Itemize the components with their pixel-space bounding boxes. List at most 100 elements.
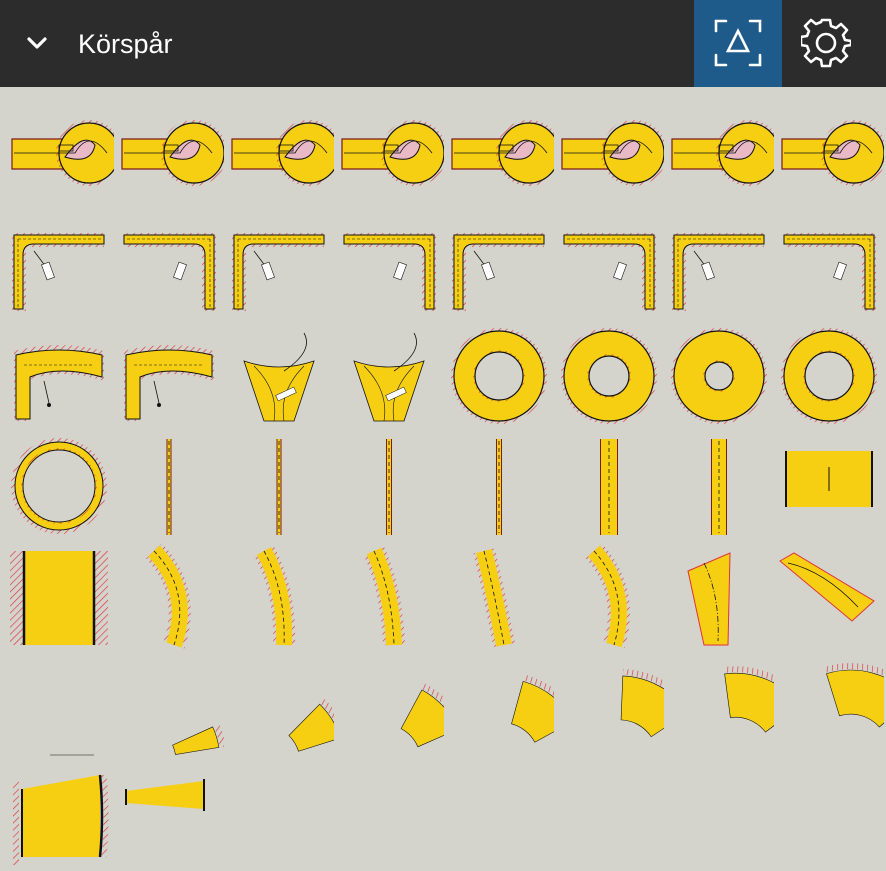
track-template-graphic — [561, 328, 657, 424]
track-template-tile[interactable] — [114, 541, 224, 651]
track-template-graphic — [172, 724, 224, 755]
track-template-graphic — [671, 120, 774, 186]
track-template-tile[interactable] — [224, 321, 334, 431]
track-template-graphic — [343, 233, 436, 311]
track-template-graphic — [13, 774, 109, 865]
track-template-graphic — [511, 674, 554, 743]
track-template-tile[interactable] — [224, 101, 334, 211]
track-template-tile[interactable] — [114, 321, 224, 431]
track-template-tile[interactable] — [224, 651, 334, 761]
track-template-tile[interactable] — [444, 651, 554, 761]
track-template-graphic — [781, 120, 884, 186]
panel-title: Körspår — [78, 29, 173, 59]
track-template-tile[interactable] — [4, 321, 114, 431]
track-template-graphic — [353, 332, 425, 422]
track-template-tile[interactable] — [774, 101, 884, 211]
chevron-down-icon[interactable] — [24, 30, 50, 56]
track-template-graphic — [50, 754, 94, 756]
track-template-tile[interactable] — [664, 211, 774, 321]
track-template-tile[interactable] — [444, 101, 554, 211]
track-template-graphic — [386, 439, 392, 535]
settings-button[interactable] — [782, 0, 870, 87]
track-template-graphic — [600, 439, 618, 535]
track-template-graphic — [451, 120, 554, 186]
track-template-graphic — [243, 332, 315, 422]
track-template-tile[interactable] — [664, 321, 774, 431]
track-template-tile[interactable] — [554, 651, 664, 761]
track-template-graphic — [254, 545, 296, 646]
track-template-graphic — [400, 683, 444, 748]
track-template-graphic — [276, 439, 282, 535]
track-template-tile[interactable] — [334, 211, 444, 321]
track-template-tile[interactable] — [4, 101, 114, 211]
app-header: Körspår — [0, 0, 886, 87]
track-template-graphic — [124, 345, 214, 421]
track-template-graphic — [11, 438, 107, 534]
track-template-tile[interactable] — [444, 321, 554, 431]
track-template-tile[interactable] — [554, 101, 664, 211]
track-template-graphic — [783, 233, 876, 311]
track-template-graphic — [723, 666, 774, 733]
gear-icon — [801, 18, 851, 68]
track-template-graphic — [123, 233, 216, 311]
track-template-tile[interactable] — [444, 211, 554, 321]
track-template-graphic — [10, 551, 108, 645]
track-template-tile[interactable] — [4, 431, 114, 541]
track-template-tile[interactable] — [114, 431, 224, 541]
track-template-tile[interactable] — [664, 541, 774, 651]
track-template-tile[interactable] — [224, 431, 334, 541]
track-template-tile[interactable] — [774, 431, 884, 541]
track-template-tile[interactable] — [334, 101, 444, 211]
track-template-tile[interactable] — [4, 761, 114, 871]
track-template-graphic — [672, 233, 765, 311]
track-template-graphic — [451, 328, 547, 424]
track-template-tile[interactable] — [664, 101, 774, 211]
track-template-graphic — [824, 663, 884, 728]
track-template-tile[interactable] — [114, 651, 224, 761]
track-template-graphic — [341, 120, 444, 186]
track-template-tile[interactable] — [334, 651, 444, 761]
track-template-tile[interactable] — [114, 101, 224, 211]
track-template-tile[interactable] — [774, 321, 884, 431]
track-template-graphic — [781, 328, 877, 424]
track-template-tile[interactable] — [224, 211, 334, 321]
track-template-graphic — [288, 699, 334, 752]
track-template-graphic — [671, 328, 767, 424]
track-template-tile[interactable] — [774, 541, 884, 651]
track-template-tile[interactable] — [554, 211, 664, 321]
track-template-graphic — [473, 548, 515, 648]
track-template-graphic — [585, 543, 630, 649]
track-template-tile[interactable] — [114, 761, 224, 871]
track-template-tile[interactable] — [774, 211, 884, 321]
track-template-tile[interactable] — [114, 211, 224, 321]
track-template-graphic — [620, 668, 664, 738]
track-template-graphic — [496, 439, 502, 535]
track-template-graphic — [121, 120, 224, 186]
track-template-graphic — [166, 439, 172, 535]
track-template-tile[interactable] — [774, 651, 884, 761]
track-template-tile[interactable] — [4, 651, 114, 761]
track-template-graphic — [785, 451, 873, 507]
track-template-graphic — [711, 439, 727, 535]
track-template-tile[interactable] — [4, 541, 114, 651]
track-template-tile[interactable] — [224, 541, 334, 651]
track-template-graphic — [231, 120, 334, 186]
track-library-grid — [0, 87, 886, 865]
track-template-tile[interactable] — [664, 651, 774, 761]
track-template-graphic — [452, 233, 545, 311]
track-template-tile[interactable] — [444, 431, 554, 541]
track-template-tile[interactable] — [334, 541, 444, 651]
track-template-tile[interactable] — [554, 431, 664, 541]
track-template-tile[interactable] — [334, 321, 444, 431]
track-template-tile[interactable] — [554, 541, 664, 651]
fit-view-button[interactable] — [694, 0, 782, 87]
track-template-tile[interactable] — [554, 321, 664, 431]
track-template-graphic — [561, 120, 664, 186]
track-template-tile[interactable] — [4, 211, 114, 321]
track-template-tile[interactable] — [664, 431, 774, 541]
track-template-tile[interactable] — [444, 541, 554, 651]
track-template-graphic — [687, 552, 731, 646]
track-template-tile[interactable] — [334, 431, 444, 541]
track-template-graphic — [563, 233, 656, 311]
track-template-graphic — [12, 233, 105, 311]
